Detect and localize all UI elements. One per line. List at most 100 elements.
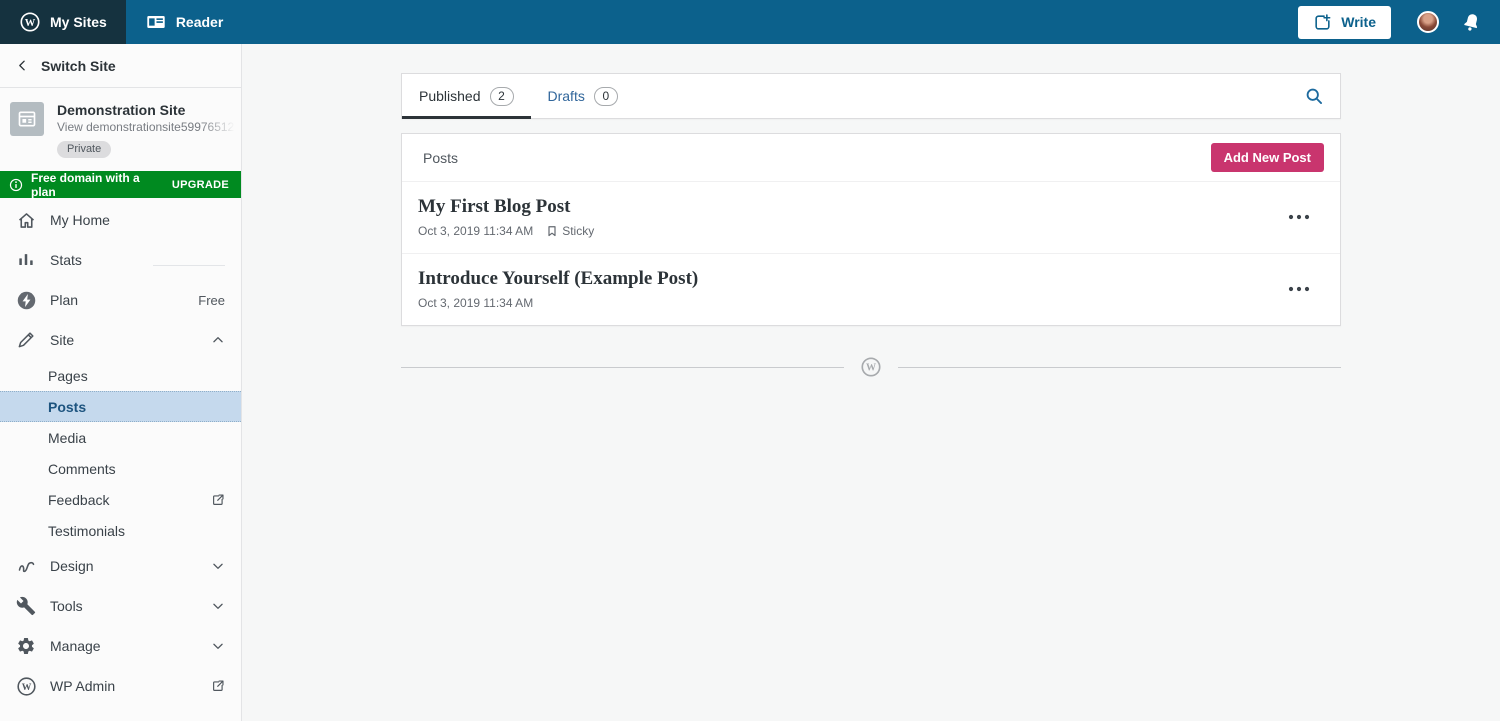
sidebar-item-label: Pages [48, 368, 88, 384]
sidebar-item-label: Site [50, 332, 74, 348]
sidebar-item-plan[interactable]: Plan Free [0, 280, 241, 320]
upgrade-action[interactable]: UPGRADE [172, 179, 229, 191]
post-actions-ellipsis-button[interactable] [1274, 276, 1324, 302]
svg-text:W: W [25, 18, 36, 29]
bookmark-icon [546, 225, 558, 237]
sidebar-item-label: Tools [50, 598, 83, 614]
sidebar-item-label: Plan [50, 292, 78, 308]
sidebar-item-label: Posts [48, 399, 86, 415]
chevron-down-icon [211, 639, 225, 653]
published-count-badge: 2 [490, 87, 514, 106]
wordpress-footer-divider: W [401, 356, 1341, 378]
sticky-label: Sticky [562, 224, 594, 238]
add-new-post-button[interactable]: Add New Post [1211, 143, 1324, 172]
new-post-icon [1313, 13, 1332, 32]
sidebar-item-media[interactable]: Media [0, 422, 241, 453]
tab-drafts-label: Drafts [548, 88, 585, 104]
post-row: My First Blog Post Oct 3, 2019 11:34 AM … [402, 182, 1340, 253]
external-link-icon [211, 493, 225, 507]
info-icon [9, 178, 23, 192]
sidebar-item-feedback[interactable]: Feedback [0, 484, 241, 515]
posts-card-header: Posts Add New Post [402, 134, 1340, 182]
reader-button[interactable]: Reader [126, 0, 242, 44]
sidebar-item-label: Stats [50, 252, 82, 268]
post-meta: Oct 3, 2019 11:34 AM Sticky [418, 224, 594, 238]
home-icon [14, 210, 38, 231]
sidebar-item-tools[interactable]: Tools [0, 586, 241, 626]
sidebar-item-wp-admin[interactable]: W WP Admin [0, 666, 241, 706]
post-status-tabs: Published 2 Drafts 0 [401, 73, 1341, 119]
stats-icon [14, 250, 38, 270]
upgrade-banner[interactable]: Free domain with a plan UPGRADE [0, 171, 241, 198]
upgrade-banner-text: Free domain with a plan [31, 171, 164, 199]
sidebar-item-label: Design [50, 558, 94, 574]
wordpress-logo-icon: W [14, 676, 38, 697]
wrench-icon [14, 596, 38, 616]
plan-bolt-icon [14, 290, 38, 311]
sidebar-item-label: Testimonials [48, 523, 125, 539]
divider-line [401, 367, 844, 368]
gear-icon [14, 636, 38, 656]
post-title-link[interactable]: My First Blog Post [418, 195, 594, 219]
post-date: Oct 3, 2019 11:34 AM [418, 224, 533, 238]
post-title-link[interactable]: Introduce Yourself (Example Post) [418, 267, 698, 291]
tab-published[interactable]: Published 2 [402, 74, 531, 118]
sidebar-item-stats[interactable]: Stats [0, 240, 241, 280]
reader-icon [145, 11, 167, 33]
post-row: Introduce Yourself (Example Post) Oct 3,… [402, 253, 1340, 325]
switch-site-label: Switch Site [41, 58, 116, 74]
search-icon [1304, 86, 1324, 106]
wordpress-logo-icon: W [19, 11, 41, 33]
sidebar-item-manage[interactable]: Manage [0, 626, 241, 666]
write-button[interactable]: Write [1298, 6, 1391, 39]
stats-sparkline [153, 254, 225, 266]
tab-published-label: Published [419, 88, 481, 104]
post-date: Oct 3, 2019 11:34 AM [418, 296, 533, 310]
reader-label: Reader [176, 14, 223, 30]
site-title: Demonstration Site [57, 102, 235, 119]
sidebar-item-my-home[interactable]: My Home [0, 200, 241, 240]
svg-text:W: W [866, 363, 876, 374]
plan-level-label: Free [198, 293, 225, 308]
sidebar: Switch Site Demonstration Site View demo… [0, 44, 242, 721]
sidebar-item-label: My Home [50, 212, 110, 228]
sidebar-item-comments[interactable]: Comments [0, 453, 241, 484]
svg-text:W: W [21, 682, 31, 693]
chevron-down-icon [211, 599, 225, 613]
search-button[interactable] [1288, 74, 1340, 118]
sidebar-item-label: Media [48, 430, 86, 446]
sidebar-item-pages[interactable]: Pages [0, 360, 241, 391]
sticky-flag: Sticky [546, 224, 594, 238]
private-badge: Private [57, 141, 111, 158]
avatar[interactable] [1417, 11, 1439, 33]
sidebar-item-label: Manage [50, 638, 101, 654]
sidebar-item-site[interactable]: Site [0, 320, 241, 360]
my-sites-button[interactable]: W My Sites [0, 0, 126, 44]
switch-site-button[interactable]: Switch Site [0, 44, 241, 88]
external-link-icon [211, 679, 225, 693]
sidebar-item-label: Feedback [48, 492, 109, 508]
post-actions-ellipsis-button[interactable] [1274, 204, 1324, 230]
write-label: Write [1341, 14, 1376, 30]
posts-card-title: Posts [423, 150, 458, 166]
site-icon [10, 102, 44, 136]
chevron-down-icon [211, 559, 225, 573]
sidebar-item-label: Comments [48, 461, 116, 477]
sidebar-item-design[interactable]: Design [0, 546, 241, 586]
chevron-up-icon [211, 333, 225, 347]
customize-squiggle-icon [14, 556, 38, 577]
pencil-icon [14, 330, 38, 350]
sidebar-item-label: WP Admin [50, 678, 115, 694]
wordpress-logo-icon: W [860, 356, 882, 378]
main-content: Published 2 Drafts 0 Posts Add New Post … [242, 0, 1500, 378]
chevron-left-icon [16, 59, 29, 72]
my-sites-label: My Sites [50, 14, 107, 30]
drafts-count-badge: 0 [594, 87, 618, 106]
sidebar-item-testimonials[interactable]: Testimonials [0, 515, 241, 546]
posts-card: Posts Add New Post My First Blog Post Oc… [401, 133, 1341, 326]
site-card[interactable]: Demonstration Site View demonstrationsit… [0, 88, 241, 166]
tab-drafts[interactable]: Drafts 0 [531, 74, 635, 118]
sidebar-item-posts[interactable]: Posts [0, 391, 241, 422]
notifications-bell-icon[interactable] [1459, 9, 1484, 34]
post-meta: Oct 3, 2019 11:34 AM [418, 296, 698, 310]
